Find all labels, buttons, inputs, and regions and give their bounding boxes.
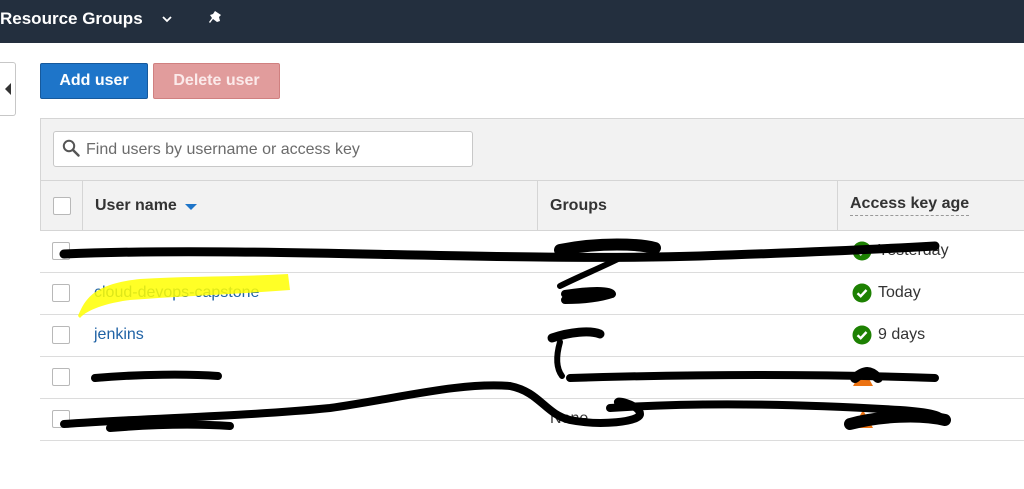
- access-key-age-cell: [852, 409, 880, 429]
- row-checkbox[interactable]: [52, 284, 70, 302]
- table-row[interactable]: jenkins 9 days: [40, 315, 1024, 357]
- access-key-age-text: 9 days: [878, 326, 926, 343]
- access-key-age-cell: Yesterday: [852, 241, 949, 261]
- column-label-user-name: User name: [95, 196, 177, 214]
- table-filter-bar: [40, 118, 1024, 180]
- groups-cell: None: [550, 410, 589, 427]
- caret-left-icon: [5, 83, 11, 95]
- search-icon: [62, 139, 80, 157]
- user-name-link[interactable]: cloud-devops-capstone: [94, 284, 259, 302]
- check-circle-icon: [852, 283, 872, 303]
- row-checkbox[interactable]: [52, 326, 70, 344]
- column-header-groups[interactable]: Groups: [538, 181, 838, 230]
- row-checkbox[interactable]: [52, 368, 70, 386]
- top-navigation-bar: Resource Groups: [0, 0, 1024, 43]
- access-key-age-cell: [852, 367, 880, 387]
- header-checkbox-cell: [41, 181, 83, 230]
- user-name-link[interactable]: jenkins: [94, 326, 144, 344]
- check-circle-icon: [852, 241, 872, 261]
- column-label-groups: Groups: [550, 196, 607, 214]
- column-header-access-key-age[interactable]: Access key age: [838, 181, 1024, 230]
- search-box[interactable]: [53, 131, 473, 167]
- row-checkbox[interactable]: [52, 242, 70, 260]
- add-user-button[interactable]: Add user: [40, 63, 148, 99]
- sidebar-collapse-toggle[interactable]: [0, 62, 16, 116]
- table-row[interactable]: cloud-devops-capstone Today: [40, 273, 1024, 315]
- search-input[interactable]: [84, 138, 468, 162]
- pin-icon[interactable]: [209, 10, 225, 28]
- access-key-age-cell: Today: [852, 283, 921, 303]
- sort-descending-icon: [184, 203, 197, 210]
- check-circle-icon: [852, 325, 872, 345]
- users-table: User name Groups Access key age Yesterda…: [40, 118, 1024, 444]
- chevron-down-icon[interactable]: [160, 12, 174, 26]
- row-checkbox[interactable]: [52, 410, 70, 428]
- table-row[interactable]: [40, 357, 1024, 399]
- warning-triangle-icon: [853, 410, 873, 428]
- resource-groups-menu[interactable]: Resource Groups: [0, 9, 143, 29]
- table-row[interactable]: Yesterday: [40, 231, 1024, 273]
- delete-user-button[interactable]: Delete user: [153, 63, 280, 99]
- select-all-checkbox[interactable]: [52, 196, 71, 215]
- access-key-age-text: Today: [878, 284, 921, 301]
- table-header: User name Groups Access key age: [40, 180, 1024, 231]
- column-header-user-name[interactable]: User name: [83, 181, 538, 230]
- column-label-access-key-age: Access key age: [850, 195, 970, 216]
- access-key-age-text: Yesterday: [878, 242, 949, 259]
- table-row[interactable]: None: [40, 399, 1024, 441]
- warning-triangle-icon: [853, 368, 873, 386]
- access-key-age-cell: 9 days: [852, 325, 925, 345]
